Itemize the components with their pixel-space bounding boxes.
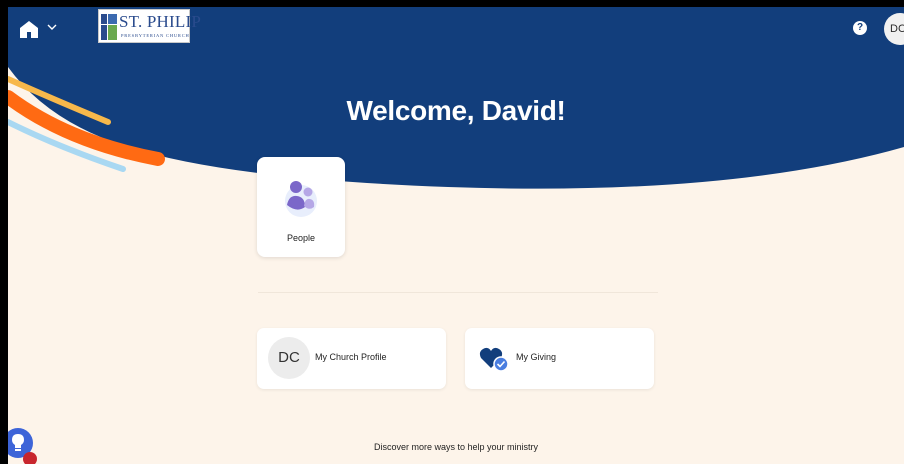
tile-people[interactable]: People (257, 157, 345, 257)
church-logo[interactable]: ST. PHILIP PRESBYTERIAN CHURCH (98, 9, 201, 43)
welcome-heading: Welcome, David! (346, 95, 566, 126)
decorative-stripes (8, 76, 165, 172)
app-surface: ST. PHILIP PRESBYTERIAN CHURCH ? DC Welc… (8, 7, 904, 464)
section-divider (258, 292, 658, 293)
user-avatar-button[interactable]: DC (884, 13, 904, 45)
top-nav-bar: ST. PHILIP PRESBYTERIAN CHURCH ? DC (8, 7, 904, 51)
lightbulb-icon (12, 434, 24, 451)
logo-subtitle: PRESBYTERIAN CHURCH (121, 33, 190, 38)
my-giving-label: My Giving (516, 352, 557, 362)
app-window: ST. PHILIP PRESBYTERIAN CHURCH ? DC Welc… (0, 0, 904, 464)
avatar: DC (268, 337, 310, 379)
notification-badge (23, 452, 37, 464)
window-left-edge (0, 0, 8, 464)
discover-text: Discover more ways to help your ministry (373, 442, 539, 452)
window-top-edge (0, 0, 904, 7)
my-giving-card[interactable]: My Giving (465, 328, 654, 389)
logo-mark-icon (101, 14, 117, 40)
people-icon (285, 181, 317, 217)
heart-check-icon (479, 347, 509, 372)
my-church-profile-card[interactable]: DC My Church Profile (257, 328, 446, 389)
help-button[interactable]: ? (853, 21, 867, 35)
tile-people-label: People (286, 233, 316, 243)
chevron-down-icon[interactable] (46, 21, 58, 33)
my-church-profile-label: My Church Profile (315, 352, 387, 362)
home-icon[interactable] (18, 19, 40, 39)
logo-title: ST. PHILIP (119, 12, 201, 31)
